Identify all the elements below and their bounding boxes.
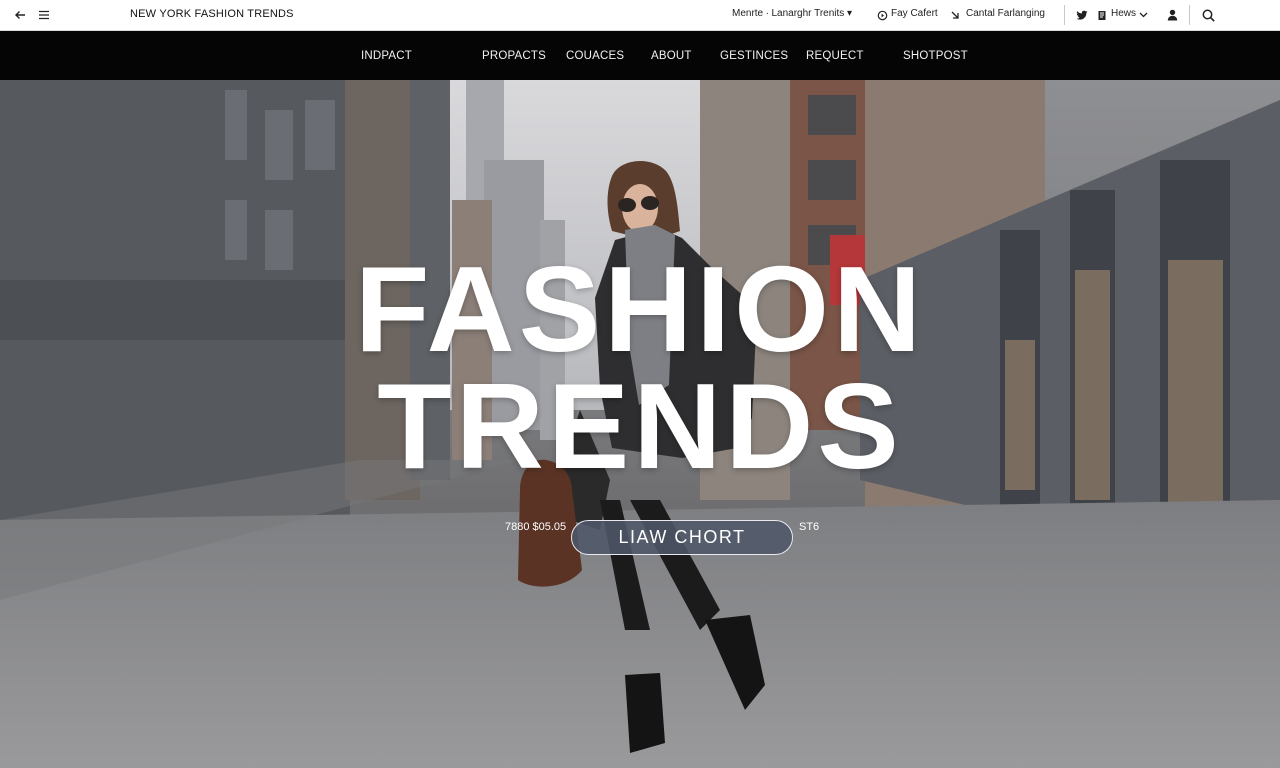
user-icon[interactable] xyxy=(1164,7,1180,23)
cta-button[interactable]: LIAW CHORT xyxy=(571,520,793,555)
top-utility-bar: NEW YORK FASHION TRENDS Menrte ∙ Lanargh… xyxy=(0,0,1280,31)
cta-price-label: 7880 $05.05 xyxy=(505,521,567,533)
hero-title-line-2: TRENDS xyxy=(377,358,903,494)
twitter-icon[interactable] xyxy=(1074,7,1090,23)
nav-item-couaces[interactable]: COUACES xyxy=(566,50,624,62)
news-icon xyxy=(1094,7,1110,23)
play-pin-icon xyxy=(874,7,890,23)
nav-item-gestinces[interactable]: GESTINCES xyxy=(720,50,788,62)
hero-section: FASHION TRENDS 7880 $05.05 LIAW CHORT ST… xyxy=(0,80,1280,768)
divider xyxy=(1064,5,1065,25)
menu-link[interactable]: Menrte ∙ Lanarghr Trenits ▾ xyxy=(732,8,852,19)
search-icon[interactable] xyxy=(1200,7,1216,23)
nav-item-indpact[interactable]: INDPACT xyxy=(361,50,412,62)
hamburger-menu-icon[interactable] xyxy=(36,7,52,23)
nav-item-about[interactable]: ABOUT xyxy=(651,50,692,62)
site-title[interactable]: NEW YORK FASHION TRENDS xyxy=(130,8,294,20)
back-arrow-icon[interactable] xyxy=(12,7,28,23)
divider xyxy=(1189,5,1190,25)
chevron-down-icon[interactable] xyxy=(1135,7,1151,23)
nav-item-requect[interactable]: REQUECT xyxy=(806,50,864,62)
hero-title-line-1: FASHION xyxy=(354,241,926,377)
cta-side-label: ST6 xyxy=(799,521,820,533)
play-link[interactable]: Fay Cafert xyxy=(891,8,938,19)
cart-link[interactable]: Cantal Farlanging xyxy=(966,8,1045,19)
news-link[interactable]: Hews xyxy=(1111,8,1136,19)
nav-item-shotpost[interactable]: SHOTPOST xyxy=(903,50,968,62)
cart-arrow-icon xyxy=(947,7,963,23)
nav-item-propacts[interactable]: PROPACTS xyxy=(482,50,546,62)
main-navigation: INDPACT PROPACTS COUACES ABOUT GESTINCES… xyxy=(0,31,1280,80)
